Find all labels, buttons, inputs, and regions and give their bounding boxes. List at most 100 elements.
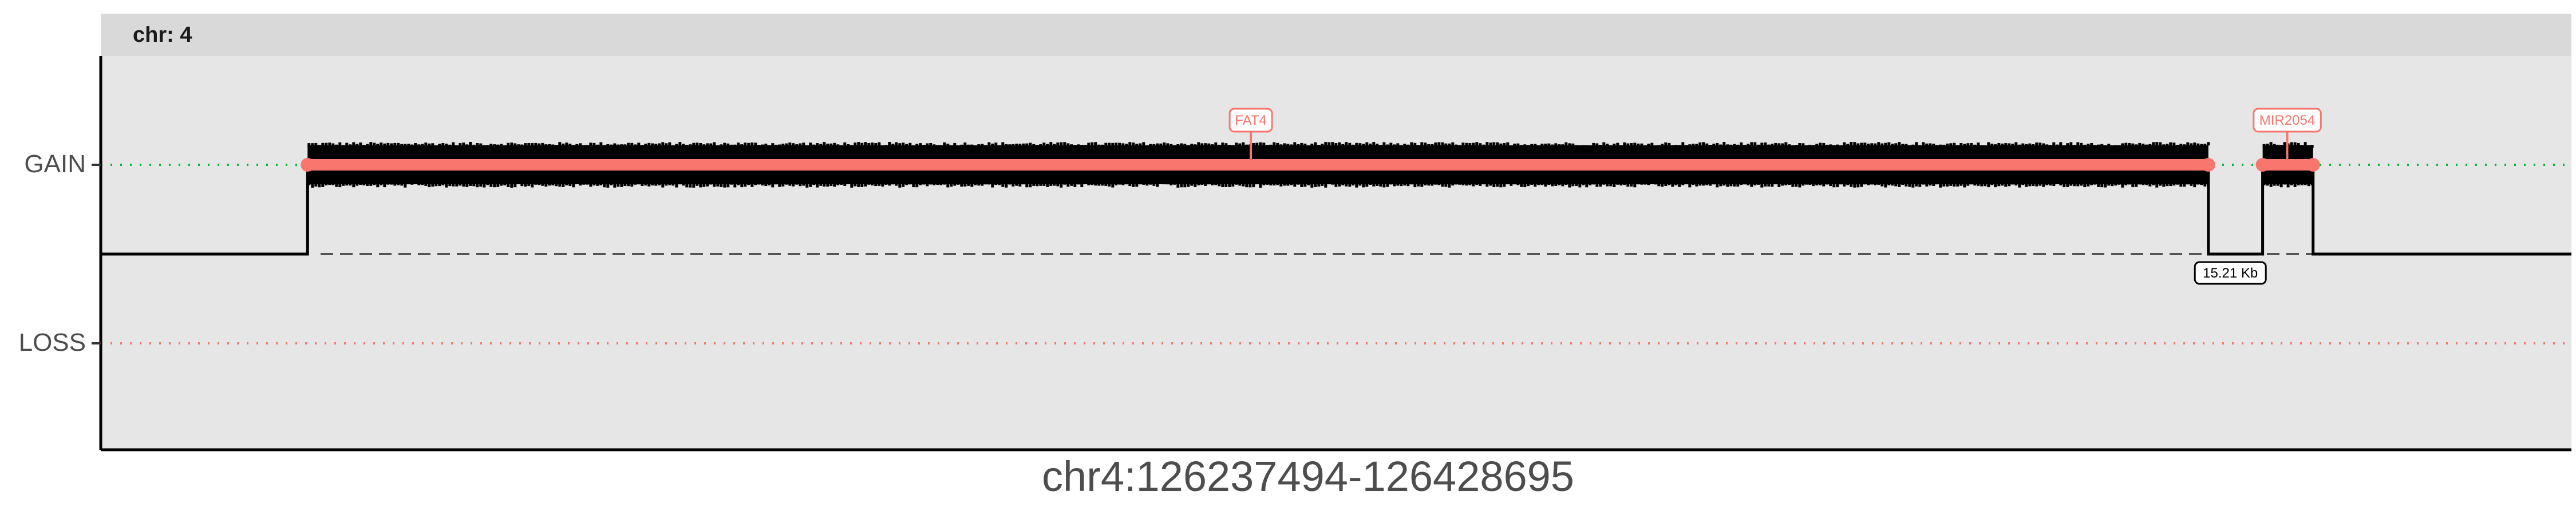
- probe-marker: [2207, 142, 2210, 146]
- probe-marker: [1427, 184, 1431, 186]
- probe-marker: [2266, 184, 2269, 186]
- probe-marker: [1159, 143, 1163, 147]
- probe-marker: [548, 184, 551, 186]
- probe-marker: [1733, 184, 1736, 187]
- probe-marker: [2104, 184, 2107, 188]
- probe-marker: [462, 184, 465, 187]
- probe-marker: [362, 184, 366, 185]
- probe-marker: [2128, 184, 2131, 185]
- probe-marker: [1125, 144, 1128, 148]
- probe-marker: [1578, 145, 1582, 149]
- probe-marker: [1915, 142, 1918, 146]
- probe-marker: [2087, 144, 2090, 148]
- probe-marker: [1606, 184, 1609, 187]
- facet-strip: [101, 14, 2571, 56]
- probe-marker: [1613, 184, 1616, 187]
- gap-label: 15.21 Kb: [2203, 266, 2258, 281]
- probe-marker: [1970, 143, 1973, 146]
- probe-marker: [1180, 143, 1183, 147]
- probe-marker: [1063, 184, 1066, 185]
- probe-marker: [1214, 142, 1218, 146]
- probe-marker: [2052, 184, 2056, 186]
- probe-marker: [1743, 145, 1747, 148]
- probe-marker: [888, 142, 891, 145]
- segment-endpoint: [2201, 158, 2215, 172]
- probe-marker: [1657, 145, 1661, 149]
- probe-marker: [1537, 184, 1540, 185]
- probe-marker: [1777, 143, 1781, 147]
- probe-marker: [1887, 142, 1891, 146]
- probe-marker: [620, 144, 623, 148]
- probe-marker: [318, 184, 321, 188]
- probe-marker: [527, 184, 531, 186]
- probe-marker: [1856, 184, 1860, 188]
- probe-marker: [486, 145, 489, 149]
- probe-marker: [1695, 184, 1698, 187]
- probe-marker: [750, 184, 754, 187]
- probe-marker: [1121, 184, 1125, 185]
- probe-marker: [675, 144, 678, 148]
- probe-marker: [757, 184, 761, 185]
- probe-marker: [1485, 184, 1489, 187]
- probe-marker: [421, 184, 424, 185]
- probe-marker: [2290, 184, 2293, 185]
- probe-marker: [520, 144, 524, 148]
- probe-marker: [1056, 184, 1060, 187]
- probe-marker: [1317, 145, 1321, 148]
- probe-marker: [1070, 184, 1073, 186]
- probe-marker: [1008, 144, 1012, 148]
- probe-marker: [489, 184, 493, 187]
- probe-marker: [963, 184, 967, 187]
- probe-marker: [1273, 142, 1276, 146]
- probe-marker: [2090, 184, 2093, 185]
- probe-marker: [1252, 143, 1255, 146]
- probe-marker: [974, 184, 977, 185]
- probe-marker: [1984, 145, 1987, 149]
- probe-marker: [1795, 184, 1798, 187]
- probe-marker: [1534, 144, 1537, 148]
- probe-marker: [1482, 144, 1485, 148]
- probe-marker: [1128, 142, 1132, 146]
- probe-marker: [1788, 184, 1791, 185]
- probe-marker: [799, 143, 802, 147]
- probe-marker: [579, 184, 582, 186]
- probe-marker: [325, 184, 328, 185]
- probe-marker: [469, 184, 472, 186]
- probe-marker: [1949, 184, 1953, 186]
- probe-marker: [1406, 144, 1410, 148]
- probe-marker: [1242, 142, 1245, 146]
- probe-marker: [2169, 184, 2172, 187]
- probe-marker: [421, 144, 424, 148]
- probe-marker: [1887, 184, 1891, 185]
- probe-marker: [2196, 184, 2200, 185]
- probe-marker: [874, 143, 878, 146]
- probe-marker: [544, 184, 548, 187]
- probe-marker: [1115, 142, 1118, 146]
- probe-marker: [912, 145, 915, 149]
- probe-marker: [850, 184, 854, 188]
- probe-marker: [1716, 143, 1719, 146]
- probe-marker: [1874, 184, 1877, 185]
- probe-marker: [1602, 184, 1606, 185]
- probe-marker: [613, 143, 617, 147]
- probe-marker: [1331, 184, 1334, 185]
- probe-marker: [963, 142, 967, 146]
- probe-marker: [1784, 184, 1788, 185]
- probe-marker: [513, 184, 517, 188]
- probe-marker: [1753, 184, 1757, 185]
- probe-marker: [998, 145, 1001, 149]
- probe-marker: [1812, 184, 1815, 187]
- segment-endpoint: [2306, 158, 2320, 172]
- probe-marker: [1183, 184, 1187, 188]
- probe-marker: [1805, 184, 1808, 185]
- probe-marker: [2090, 143, 2093, 146]
- probe-marker: [1341, 184, 1345, 185]
- probe-marker: [1386, 144, 1389, 148]
- probe-marker: [1073, 184, 1077, 187]
- probe-marker: [953, 184, 957, 186]
- probe-marker: [1692, 144, 1695, 148]
- probe-marker: [1513, 144, 1516, 147]
- probe-marker: [1774, 142, 1777, 146]
- probe-marker: [345, 184, 349, 186]
- probe-marker: [1901, 144, 1905, 148]
